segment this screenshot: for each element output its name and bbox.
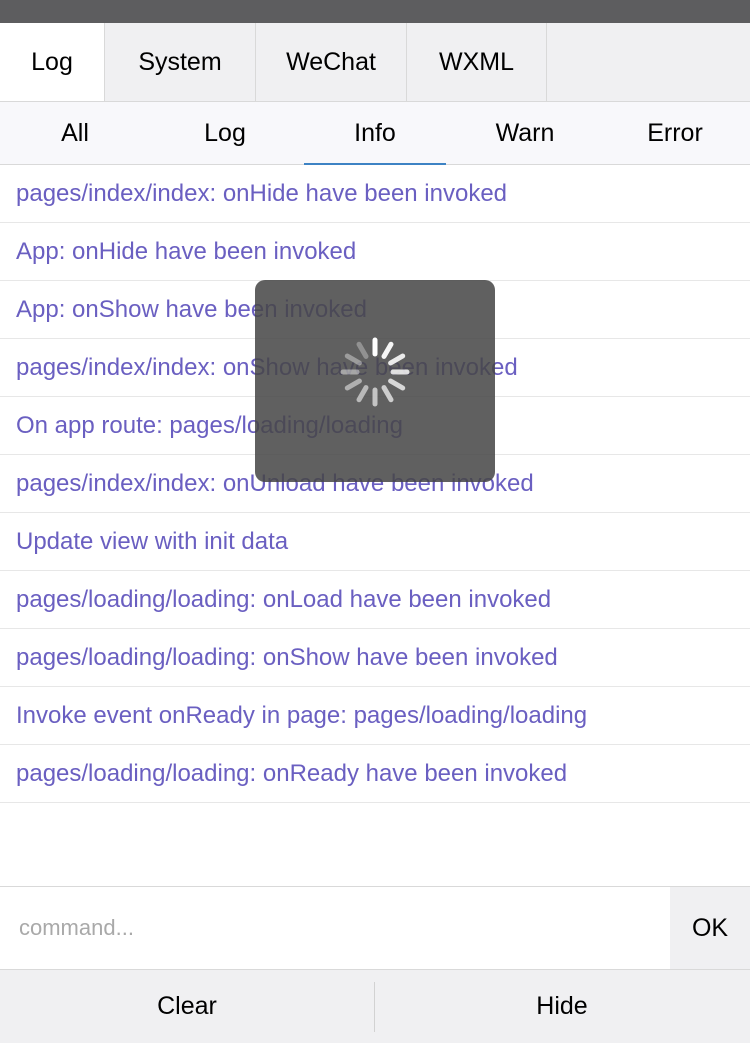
log-entry: pages/loading/loading: onShow have been …: [0, 629, 750, 687]
log-entry: pages/loading/loading: onReady have been…: [0, 745, 750, 803]
spinner-spoke: [344, 353, 362, 366]
filter-info[interactable]: Info: [300, 102, 450, 165]
spinner-spoke: [388, 353, 406, 366]
log-entry: pages/index/index: onHide have been invo…: [0, 165, 750, 223]
tab-system[interactable]: System: [105, 23, 256, 101]
log-entry: Invoke event onReady in page: pages/load…: [0, 687, 750, 745]
hide-button[interactable]: Hide: [375, 970, 749, 1043]
log-entry: pages/loading/loading: onLoad have been …: [0, 571, 750, 629]
tab-log[interactable]: Log: [0, 23, 105, 101]
log-entry: App: onHide have been invoked: [0, 223, 750, 281]
command-bar: OK: [0, 886, 750, 970]
log-list[interactable]: pages/index/index: onHide have been invo…: [0, 165, 750, 803]
filter-log[interactable]: Log: [150, 102, 300, 164]
filter-error[interactable]: Error: [600, 102, 750, 164]
tab-wxml[interactable]: WXML: [407, 23, 547, 101]
filter-warn[interactable]: Warn: [450, 102, 600, 164]
log-entry: Update view with init data: [0, 513, 750, 571]
spinner-spoke: [381, 385, 394, 403]
spinner-spoke: [356, 341, 369, 359]
status-bar: [0, 0, 750, 23]
loading-spinner-icon: [340, 337, 410, 407]
panel-tabs: Log System WeChat WXML: [0, 23, 750, 102]
tab-wechat[interactable]: WeChat: [256, 23, 407, 101]
spinner-spoke: [356, 385, 369, 403]
ok-button[interactable]: OK: [670, 887, 750, 969]
spinner-spoke: [344, 378, 362, 391]
command-input[interactable]: [0, 887, 670, 969]
footer-bar: Clear Hide: [0, 970, 750, 1043]
clear-button[interactable]: Clear: [0, 970, 374, 1043]
filter-all[interactable]: All: [0, 102, 150, 164]
log-level-filters: All Log Info Warn Error: [0, 102, 750, 165]
spinner-spoke: [388, 378, 406, 391]
loading-toast: [255, 280, 495, 482]
spinner-spoke: [381, 341, 394, 359]
